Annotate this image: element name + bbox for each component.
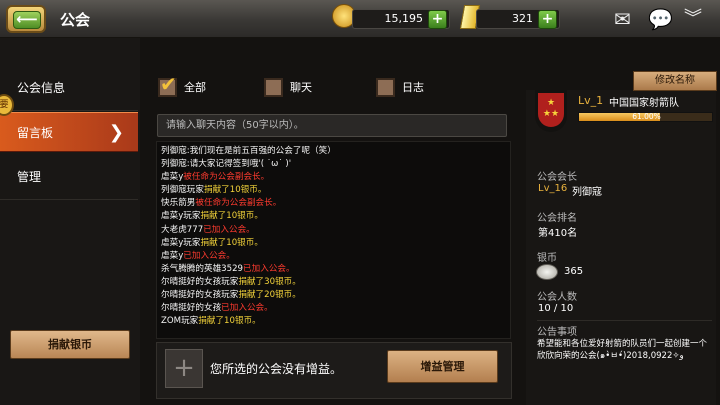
chat-speaker: 虐菜y — [161, 250, 184, 261]
chat-speaker: 尔晴挺好的女孩 — [161, 303, 222, 314]
collapse-chevron-icon[interactable]: ︾ — [684, 7, 702, 31]
filter-log-checkbox[interactable] — [376, 78, 395, 97]
chat-message: 虐菜y已加入公会。 — [161, 250, 510, 263]
chat-message: 大老虎777已加入公会。 — [161, 224, 510, 237]
donate-silver-button[interactable]: 捐献银币 — [10, 330, 130, 359]
chat-speaker: 列御寇玩家 — [161, 185, 204, 196]
chat-text: 已加入公会。 — [183, 250, 235, 261]
guild-level: Lv_1 — [578, 94, 604, 107]
chat-speaker: ZOM玩家 — [161, 316, 199, 327]
sidebar-item-label: 留言板 — [17, 126, 54, 140]
chat-speaker: 尔晴挺好的女孩玩家 — [161, 290, 239, 301]
silver-value: 365 — [564, 266, 584, 277]
chat-speaker: 快乐箭男 — [161, 198, 196, 209]
chat-text: 已加入公会。 — [203, 224, 255, 235]
progress-text: 61.00% — [632, 112, 661, 121]
chat-message: 尔晴挺好的女孩玩家捐献了20银币。 — [161, 289, 510, 302]
leader-label: 公会会长 — [537, 172, 577, 183]
silver-label: 银币 — [537, 253, 557, 264]
add-gold-button[interactable]: + — [428, 10, 447, 29]
rank-label: 公会排名 — [537, 213, 577, 224]
leader-name: 列御寇 — [572, 187, 602, 198]
chat-text: 被任命为公会副会长。 — [195, 198, 282, 209]
chat-speaker: 杀气腾腾的英雄3529 — [161, 263, 244, 274]
sidebar-item-label: 公会信息 — [17, 81, 66, 95]
filter-all-label[interactable]: 全部 — [184, 78, 206, 98]
chat-text: 捐献了20银币。 — [238, 290, 301, 301]
leader-level: Lv_16 — [538, 183, 568, 194]
chat-message: ZOM玩家捐献了10银币。 — [161, 315, 510, 328]
notice-label: 公告事项 — [537, 327, 577, 338]
members-label: 公会人数 — [537, 292, 577, 303]
chat-speaker: 虐菜y玩家 — [161, 237, 201, 248]
sidebar-item-guild-info[interactable]: 公会信息 — [0, 68, 138, 108]
guild-emblem-icon: ★ ★★ — [535, 90, 567, 132]
sidebar-item-manage[interactable]: 管理 — [0, 157, 138, 197]
chevron-right-icon: ❯ — [108, 122, 124, 143]
chat-message: 列御寇玩家捐献了10银币。 — [161, 184, 510, 197]
add-gem-button[interactable]: + — [538, 10, 557, 29]
page-title: 公会 — [60, 11, 91, 29]
divider — [537, 320, 712, 321]
chat-text: 已加入公会。 — [221, 303, 273, 314]
notice-text: 希望能和各位爱好射箭的队员们一起创建一个欣欣向荣的公会(๑•̀ㅂ•́)و✧201… — [537, 339, 708, 361]
members-value: 10 / 10 — [538, 303, 574, 314]
chat-text: 捐献了30银币。 — [238, 276, 301, 287]
chat-text: 被任命为公会副会长。 — [183, 172, 270, 183]
guild-progress-bar: 61.00% — [578, 112, 713, 122]
chat-message: 尔晴挺好的女孩已加入公会。 — [161, 302, 510, 315]
chat-text: 捐献了10银币。 — [198, 316, 261, 327]
sidebar-item-message-board[interactable]: 留言板 ❯ — [0, 112, 138, 152]
chat-text: :我们现在是前五百强的公会了呢（笑） — [186, 146, 336, 156]
chat-text: 捐献了10银币。 — [203, 185, 267, 196]
silver-coins-icon — [536, 264, 558, 280]
bonus-manage-button[interactable]: 增益管理 — [387, 350, 498, 383]
chat-text: 捐献了10银币。 — [200, 237, 263, 248]
filter-all-checkbox[interactable]: ✔ — [158, 72, 177, 97]
divider — [0, 199, 138, 200]
chat-message: 列御寇:请大家记得签到哦'( ˙ω˙ )' — [161, 158, 510, 171]
filter-log-label[interactable]: 日志 — [402, 78, 424, 98]
add-bonus-slot-icon[interactable]: + — [165, 349, 203, 388]
rank-value: 第410名 — [538, 228, 578, 239]
back-arrow-icon: ⟵ — [16, 10, 38, 28]
mail-icon[interactable]: ✉ — [614, 7, 631, 31]
chat-text: 捐献了10银币。 — [200, 211, 263, 222]
bonus-status-text: 您所选的公会没有增益。 — [210, 362, 343, 376]
chat-message: 尔晴挺好的女孩玩家捐献了30银币。 — [161, 276, 510, 289]
chat-message: 杀气腾腾的英雄3529已加入公会。 — [161, 263, 510, 276]
chat-text: :请大家记得签到哦'( ˙ω˙ )' — [186, 159, 292, 170]
chat-message: 快乐箭男被任命为公会副会长。 — [161, 197, 510, 210]
filter-chat-checkbox[interactable] — [264, 78, 283, 97]
chat-message: 虐菜y玩家捐献了10银币。 — [161, 210, 510, 223]
chat-message: 列御寇:我们现在是前五百强的公会了呢（笑） — [161, 145, 510, 158]
guild-name: 中国国家射箭队 — [609, 98, 679, 109]
chat-message: 虐菜y被任命为公会副会长。 — [161, 171, 510, 184]
chat-speaker: 尔晴挺好的女孩玩家 — [161, 276, 239, 287]
chat-input[interactable]: 请输入聊天内容（50字以内）。 — [157, 114, 507, 137]
back-button[interactable]: ⟵ — [6, 5, 46, 33]
checkmark-icon: ✔ — [160, 72, 177, 96]
chat-speaker: 虐菜y玩家 — [161, 211, 201, 222]
sidebar-item-label: 管理 — [17, 170, 42, 184]
chat-text: 已加入公会。 — [243, 263, 295, 274]
chat-speaker: 虐菜y — [161, 172, 184, 183]
chat-bubble-icon[interactable]: 💬 — [648, 7, 673, 31]
chat-speaker: 列御寇 — [161, 159, 187, 170]
chat-log[interactable]: 列御寇:我们现在是前五百强的公会了呢（笑） 列御寇:请大家记得签到哦'( ˙ω˙ … — [156, 141, 511, 339]
divider — [0, 110, 138, 111]
chat-message: 虐菜y玩家捐献了10银币。 — [161, 237, 510, 250]
rename-button[interactable]: 修改名称 — [633, 71, 717, 91]
chat-speaker: 大老虎777 — [161, 224, 204, 235]
filter-chat-label[interactable]: 聊天 — [290, 78, 312, 98]
chat-speaker: 列御寇 — [161, 146, 187, 156]
